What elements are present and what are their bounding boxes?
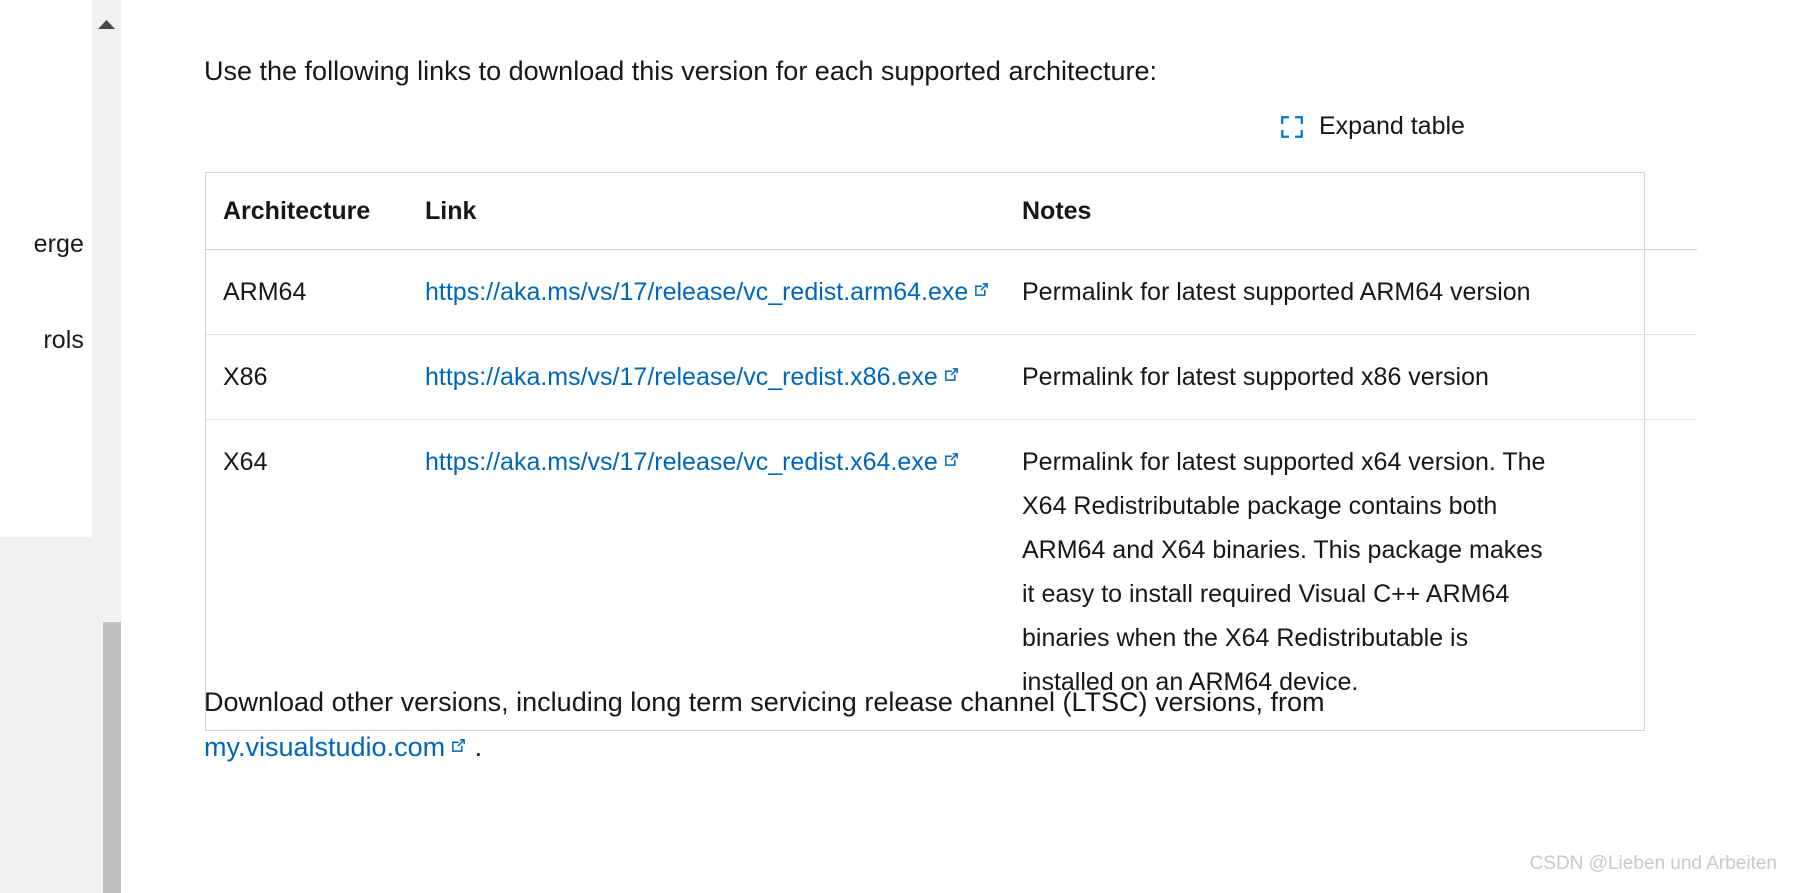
outro-lead-text: Download other versions, including long … xyxy=(204,687,1325,717)
download-link-x86[interactable]: https://aka.ms/vs/17/release/vc_redist.x… xyxy=(425,363,960,391)
my-visualstudio-link[interactable]: my.visualstudio.com xyxy=(204,732,467,762)
table-body: ARM64 https://aka.ms/vs/17/release/vc_re… xyxy=(206,249,1697,731)
expand-table-button[interactable]: Expand table xyxy=(1279,112,1465,141)
column-header-notes: Notes xyxy=(1005,173,1697,250)
outro-paragraph: Download other versions, including long … xyxy=(204,680,1454,770)
cell-notes: Permalink for latest supported ARM64 ver… xyxy=(1005,249,1697,335)
download-link-x64[interactable]: https://aka.ms/vs/17/release/vc_redist.x… xyxy=(425,448,960,476)
cell-notes: Permalink for latest supported x86 versi… xyxy=(1005,334,1697,420)
scroll-up-arrow-icon[interactable] xyxy=(92,15,121,33)
cell-link: https://aka.ms/vs/17/release/vc_redist.x… xyxy=(408,334,1005,420)
cell-link: https://aka.ms/vs/17/release/vc_redist.a… xyxy=(408,249,1005,335)
intro-paragraph: Use the following links to download this… xyxy=(204,56,1158,86)
table-header-row: Architecture Link Notes xyxy=(206,173,1697,250)
cell-architecture: X86 xyxy=(206,334,408,420)
cell-architecture: ARM64 xyxy=(206,249,408,335)
external-link-icon xyxy=(973,268,990,312)
article-content: Use the following links to download this… xyxy=(121,0,1795,893)
table-header: Architecture Link Notes xyxy=(206,173,1697,250)
download-link-arm64-text: https://aka.ms/vs/17/release/vc_redist.a… xyxy=(425,278,969,306)
download-link-x64-text: https://aka.ms/vs/17/release/vc_redist.x… xyxy=(425,448,938,476)
left-nav-pane-footer-area xyxy=(0,537,92,893)
download-link-x86-text: https://aka.ms/vs/17/release/vc_redist.x… xyxy=(425,363,938,391)
outro-trailing-text: . xyxy=(467,732,483,762)
cell-notes-text: Permalink for latest supported x64 versi… xyxy=(1022,448,1546,696)
sidebar-item-label-fragment-2[interactable]: rols xyxy=(43,326,84,355)
cell-notes-text: Permalink for latest supported x86 versi… xyxy=(1022,363,1489,391)
architecture-table: Architecture Link Notes ARM64 https://ak… xyxy=(206,173,1697,730)
csdn-watermark: CSDN @Lieben und Arbeiten xyxy=(1529,853,1777,874)
vertical-scrollbar-thumb[interactable] xyxy=(103,622,121,893)
architecture-table-container: Architecture Link Notes ARM64 https://ak… xyxy=(205,172,1697,731)
download-link-arm64[interactable]: https://aka.ms/vs/17/release/vc_redist.a… xyxy=(425,278,990,306)
table-row: ARM64 https://aka.ms/vs/17/release/vc_re… xyxy=(206,249,1697,335)
my-visualstudio-link-text: my.visualstudio.com xyxy=(204,732,446,762)
left-nav-pane: erge rols xyxy=(0,0,92,537)
expand-table-label: Expand table xyxy=(1319,112,1465,140)
table-row: X86 https://aka.ms/vs/17/release/vc_redi… xyxy=(206,334,1697,420)
cell-notes-text: Permalink for latest supported ARM64 ver… xyxy=(1022,278,1531,306)
external-link-icon xyxy=(943,438,960,482)
external-link-icon xyxy=(943,353,960,397)
external-link-icon xyxy=(450,723,467,768)
column-header-architecture: Architecture xyxy=(206,173,408,250)
sidebar-item-label-fragment-1[interactable]: erge xyxy=(34,230,84,259)
column-header-link: Link xyxy=(408,173,1005,250)
expand-icon xyxy=(1279,114,1305,140)
